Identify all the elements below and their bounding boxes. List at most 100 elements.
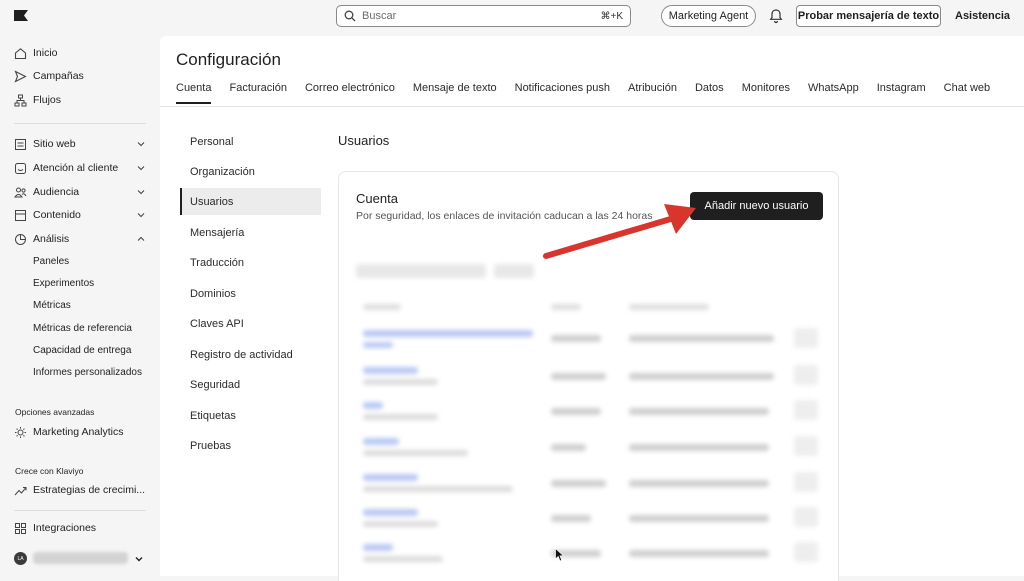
grow-label: Crece con Klaviyo (15, 466, 84, 476)
row-action-redacted (794, 436, 818, 456)
klaviyo-logo-icon[interactable] (14, 10, 28, 21)
tab-chat-web[interactable]: Chat web (944, 82, 990, 104)
table-cell-redacted (551, 480, 606, 487)
avatar[interactable]: LA (14, 552, 27, 565)
table-header-redacted (629, 304, 709, 310)
filter-input-redacted (356, 264, 486, 278)
search-shortcut: ⌘+K (600, 10, 623, 22)
tab-correo[interactable]: Correo electrónico (305, 82, 395, 104)
sidebar-item-campanas[interactable]: Campañas (14, 68, 150, 84)
flow-icon (14, 94, 27, 106)
account-name-redacted[interactable] (33, 552, 128, 564)
sidebar-subitem-experimentos[interactable]: Experimentos (33, 278, 94, 289)
sidebar-subitem-paneles[interactable]: Paneles (33, 256, 69, 267)
integrations-icon (15, 522, 26, 534)
mouse-cursor-icon (555, 548, 564, 562)
row-action-redacted (794, 400, 818, 420)
search-icon (344, 10, 356, 22)
sidebar-subitem-capacidad-entrega[interactable]: Capacidad de entrega (33, 345, 131, 356)
table-row-redacted (363, 556, 443, 562)
sidebar-item-analisis[interactable]: Análisis (14, 231, 150, 247)
table-header-redacted (551, 304, 581, 310)
sidebar-subitem-metricas-referencia[interactable]: Métricas de referencia (33, 323, 132, 334)
tab-monitores[interactable]: Monitores (742, 82, 790, 104)
tab-instagram[interactable]: Instagram (877, 82, 926, 104)
search-input[interactable]: Buscar ⌘+K (336, 5, 631, 27)
send-icon (14, 69, 27, 83)
sidebar-item-label: Flujos (33, 94, 62, 106)
home-icon (14, 47, 27, 59)
tab-datos[interactable]: Datos (695, 82, 724, 104)
subnav-registro[interactable]: Registro de actividad (180, 341, 321, 368)
row-action-redacted (794, 328, 818, 348)
subnav-etiquetas[interactable]: Etiquetas (180, 402, 321, 429)
chevron-down-icon[interactable] (134, 554, 144, 564)
table-row-redacted (363, 521, 438, 527)
table-row-redacted (363, 330, 533, 337)
tab-cuenta[interactable]: Cuenta (176, 82, 212, 104)
sidebar-item-label: Contenido (33, 209, 81, 221)
tabs-divider (160, 106, 1024, 107)
marketing-agent-button[interactable]: Marketing Agent (661, 5, 756, 27)
table-cell-redacted (629, 444, 769, 451)
try-sms-button[interactable]: Probar mensajería de texto (796, 5, 941, 27)
sidebar-item-sitio-web[interactable]: Sitio web (14, 136, 150, 152)
subnav-organizacion[interactable]: Organización (180, 158, 321, 185)
tab-atribucion[interactable]: Atribución (628, 82, 677, 104)
row-action-redacted (794, 507, 818, 527)
table-row-redacted (363, 342, 393, 348)
tab-facturacion[interactable]: Facturación (229, 82, 286, 104)
sidebar-item-label: Inicio (33, 47, 58, 59)
sidebar-item-contenido[interactable]: Contenido (14, 207, 150, 223)
chevron-down-icon (137, 142, 145, 147)
table-row-redacted (363, 450, 468, 456)
sidebar-item-audiencia[interactable]: Audiencia (14, 184, 150, 200)
users-table-redacted (339, 252, 838, 581)
table-row-redacted (363, 414, 438, 420)
subnav-claves-api[interactable]: Claves API (180, 310, 321, 337)
sidebar-item-estrategias[interactable]: Estrategias de crecimi... (14, 482, 150, 498)
table-cell-redacted (629, 480, 769, 487)
sidebar-item-integraciones[interactable]: Integraciones (14, 520, 150, 536)
table-row-redacted (363, 544, 393, 551)
analytics-icon (15, 233, 26, 245)
table-row-redacted (363, 509, 418, 516)
sidebar-item-flujos[interactable]: Flujos (14, 92, 150, 108)
sidebar-divider (14, 123, 146, 124)
sidebar-subitem-metricas[interactable]: Métricas (33, 300, 71, 311)
bell-icon[interactable] (768, 8, 784, 24)
subnav-usuarios[interactable]: Usuarios (180, 188, 321, 215)
chevron-down-icon (137, 190, 145, 195)
chevron-down-icon (137, 166, 145, 171)
sidebar-item-inicio[interactable]: Inicio (14, 45, 150, 61)
sidebar-item-atencion[interactable]: Atención al cliente (14, 160, 150, 176)
subnav-dominios[interactable]: Dominios (180, 280, 321, 307)
trend-up-icon (14, 486, 27, 495)
table-cell-redacted (551, 444, 586, 451)
subnav-seguridad[interactable]: Seguridad (180, 371, 321, 398)
table-cell-redacted (629, 408, 769, 415)
audience-icon (14, 187, 27, 197)
subnav-pruebas[interactable]: Pruebas (180, 432, 321, 459)
subnav-mensajeria[interactable]: Mensajería (180, 219, 321, 246)
sidebar-item-label: Análisis (33, 233, 70, 245)
lightbulb-icon (15, 426, 26, 438)
table-cell-redacted (551, 373, 606, 380)
table-row-redacted (363, 402, 383, 409)
sidebar-item-label: Campañas (33, 70, 84, 82)
card-title: Cuenta (356, 191, 398, 206)
tab-push[interactable]: Notificaciones push (515, 82, 610, 104)
sidebar-item-label: Estrategias de crecimi... (33, 484, 146, 496)
chat-icon (15, 162, 26, 174)
sidebar-item-marketing-analytics[interactable]: Marketing Analytics (14, 424, 150, 440)
settings-tabs: Cuenta Facturación Correo electrónico Me… (176, 82, 1008, 104)
tab-whatsapp[interactable]: WhatsApp (808, 82, 859, 104)
row-action-redacted (794, 542, 818, 562)
sidebar-subitem-informes[interactable]: Informes personalizados (33, 367, 142, 378)
table-cell-redacted (551, 408, 601, 415)
tab-mensaje-texto[interactable]: Mensaje de texto (413, 82, 497, 104)
top-bar: Buscar ⌘+K Marketing Agent Probar mensaj… (0, 0, 1024, 32)
help-link[interactable]: Asistencia (955, 10, 1010, 22)
subnav-personal[interactable]: Personal (180, 128, 321, 155)
subnav-traduccion[interactable]: Traducción (180, 249, 321, 276)
